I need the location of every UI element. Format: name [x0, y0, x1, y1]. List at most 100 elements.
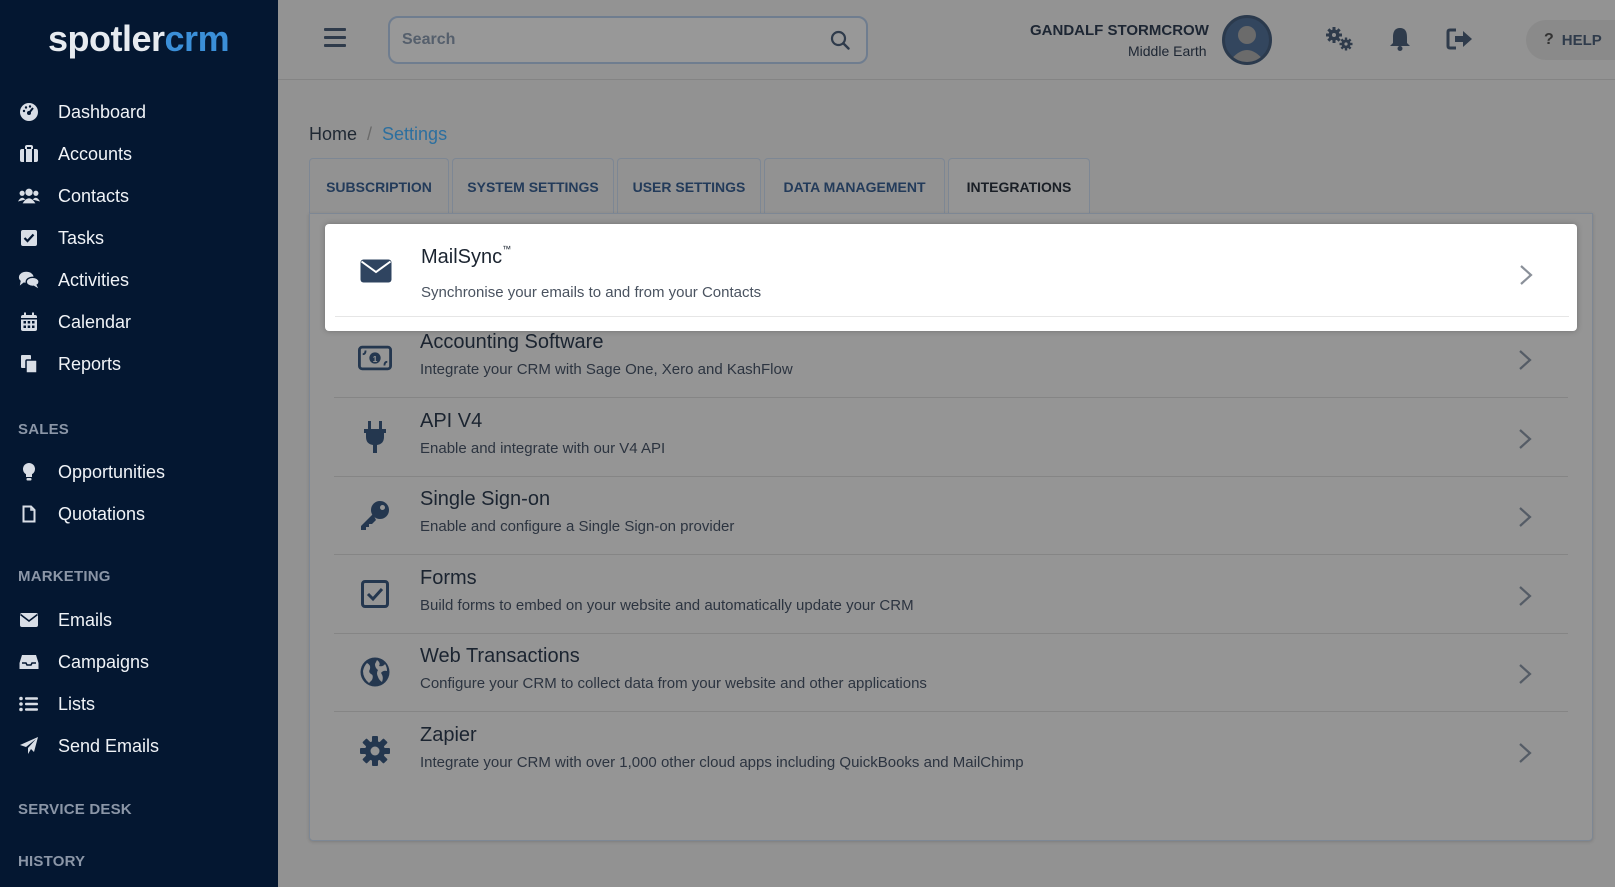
highlighted-integration-card: MailSync™ Synchronise your emails to and… [325, 224, 1577, 331]
integration-description: Synchronise your emails to and from your… [421, 284, 762, 301]
sidebar-item-tasks[interactable]: Tasks [0, 218, 278, 258]
bell-icon[interactable] [1388, 26, 1412, 57]
paper-plane-icon [18, 735, 40, 757]
sidebar-item-label: Lists [58, 693, 96, 714]
envelope-icon [18, 609, 40, 631]
breadcrumb-separator: / [367, 124, 373, 144]
sidebar-item-label: Contacts [58, 185, 130, 206]
sidebar-item-quotations[interactable]: Quotations [0, 494, 278, 534]
integration-title: API V4 [420, 410, 483, 432]
question-icon: ? [1544, 31, 1554, 48]
help-button[interactable]: ? HELP [1526, 20, 1615, 60]
chevron-right-icon [1518, 506, 1532, 533]
sidebar-item-label: Campaigns [58, 651, 150, 672]
sidebar-item-label: Send Emails [58, 735, 160, 756]
sign-out-icon[interactable] [1446, 27, 1474, 56]
chevron-right-icon [1518, 349, 1532, 376]
section-header-service-desk[interactable]: SERVICE DESK [18, 801, 132, 818]
chevron-right-icon [1518, 585, 1532, 612]
list-icon [18, 693, 40, 715]
sidebar-item-opportunities[interactable]: Opportunities [0, 452, 278, 492]
sidebar-item-dashboard[interactable]: Dashboard [0, 92, 278, 132]
envelope-icon [359, 254, 393, 288]
sidebar-item-label: Emails [58, 609, 113, 630]
tab-data-management[interactable]: DATA MANAGEMENT [764, 158, 945, 214]
tab-subscription[interactable]: SUBSCRIPTION [309, 158, 449, 214]
tab-system-settings[interactable]: SYSTEM SETTINGS [452, 158, 614, 214]
integration-title: Accounting Software [420, 331, 604, 353]
integration-description: Integrate your CRM with Sage One, Xero a… [420, 361, 793, 378]
top-header: GANDALF STORMCROW Middle Earth ? HELP [278, 0, 1615, 80]
lightbulb-icon [18, 461, 40, 483]
users-icon [18, 185, 40, 207]
chevron-right-icon [1518, 428, 1532, 455]
sidebar-item-label: Calendar [58, 311, 132, 332]
breadcrumb-current: Settings [382, 124, 448, 144]
integration-row-forms[interactable]: Forms Build forms to embed on your websi… [334, 555, 1568, 634]
user-location: Middle Earth [1128, 43, 1207, 59]
help-label: HELP [1561, 31, 1602, 49]
key-icon [358, 498, 392, 532]
search-box [388, 16, 868, 64]
sidebar-item-label: Accounts [58, 143, 133, 164]
comments-icon [18, 269, 40, 291]
integration-description: Configure your CRM to collect data from … [420, 675, 927, 692]
breadcrumb: Home / Settings [309, 124, 447, 145]
logo-text-primary: spotler [48, 18, 165, 59]
integration-title: Web Transactions [420, 645, 580, 667]
integration-title: Forms [420, 567, 477, 589]
breadcrumb-home[interactable]: Home [309, 124, 357, 144]
sidebar-item-emails[interactable]: Emails [0, 600, 278, 640]
gear-icon [358, 734, 392, 768]
menu-toggle-icon[interactable] [324, 28, 346, 48]
briefcase-icon [18, 143, 40, 165]
sidebar-item-campaigns[interactable]: Campaigns [0, 642, 278, 682]
integration-row-zapier[interactable]: Zapier Integrate your CRM with over 1,00… [334, 712, 1568, 791]
user-name[interactable]: GANDALF STORMCROW [1030, 22, 1209, 39]
integration-row-web-transactions[interactable]: Web Transactions Configure your CRM to c… [334, 633, 1568, 712]
integration-description: Integrate your CRM with over 1,000 other… [420, 754, 1024, 771]
avatar[interactable] [1222, 15, 1272, 65]
trademark-mark: ™ [502, 244, 512, 254]
integration-title: Single Sign-on [420, 488, 551, 510]
section-header-marketing: MARKETING [18, 568, 111, 585]
chevron-right-icon [1518, 742, 1532, 769]
search-input[interactable] [402, 28, 802, 52]
sidebar-item-accounts[interactable]: Accounts [0, 134, 278, 174]
integration-row-api-v4[interactable]: API V4 Enable and integrate with our V4 … [334, 398, 1568, 477]
search-icon[interactable] [830, 30, 850, 55]
plug-icon [358, 420, 392, 454]
chevron-right-icon [1519, 264, 1533, 291]
sidebar-item-contacts[interactable]: Contacts [0, 176, 278, 216]
sidebar-item-send-emails[interactable]: Send Emails [0, 726, 278, 766]
inbox-icon [18, 651, 40, 673]
tab-user-settings[interactable]: USER SETTINGS [617, 158, 761, 214]
section-header-history[interactable]: HISTORY [18, 853, 85, 870]
integration-row-mailsync[interactable]: MailSync™ Synchronise your emails to and… [335, 224, 1569, 317]
copy-icon [18, 353, 40, 375]
sidebar-item-reports[interactable]: Reports [0, 344, 278, 384]
dashboard-icon [18, 101, 40, 123]
calendar-icon [18, 311, 40, 333]
integration-row-single-sign-on[interactable]: Single Sign-on Enable and configure a Si… [334, 476, 1568, 555]
checkbox-icon [18, 227, 40, 249]
sidebar-item-label: Dashboard [58, 101, 147, 122]
sidebar-item-label: Activities [58, 269, 130, 290]
tab-integrations[interactable]: INTEGRATIONS [948, 158, 1090, 214]
checkbox-outline-icon [358, 577, 392, 611]
chevron-right-icon [1518, 663, 1532, 690]
sidebar-item-lists[interactable]: Lists [0, 684, 278, 724]
money-bill-icon: 1 [358, 341, 392, 375]
gears-icon[interactable] [1324, 26, 1356, 57]
integration-description: Enable and configure a Single Sign-on pr… [420, 518, 735, 535]
file-icon [18, 503, 40, 525]
section-header-sales: SALES [18, 421, 70, 438]
sidebar: spotlercrm Dashboard Accounts Contacts T… [0, 0, 278, 887]
integration-title: Zapier [420, 724, 477, 746]
sidebar-item-label: Reports [58, 353, 122, 374]
sidebar-item-activities[interactable]: Activities [0, 260, 278, 300]
sidebar-item-calendar[interactable]: Calendar [0, 302, 278, 342]
logo-text-accent: crm [164, 18, 230, 59]
logo[interactable]: spotlercrm [48, 18, 230, 60]
integration-title: MailSync™ [421, 244, 512, 268]
